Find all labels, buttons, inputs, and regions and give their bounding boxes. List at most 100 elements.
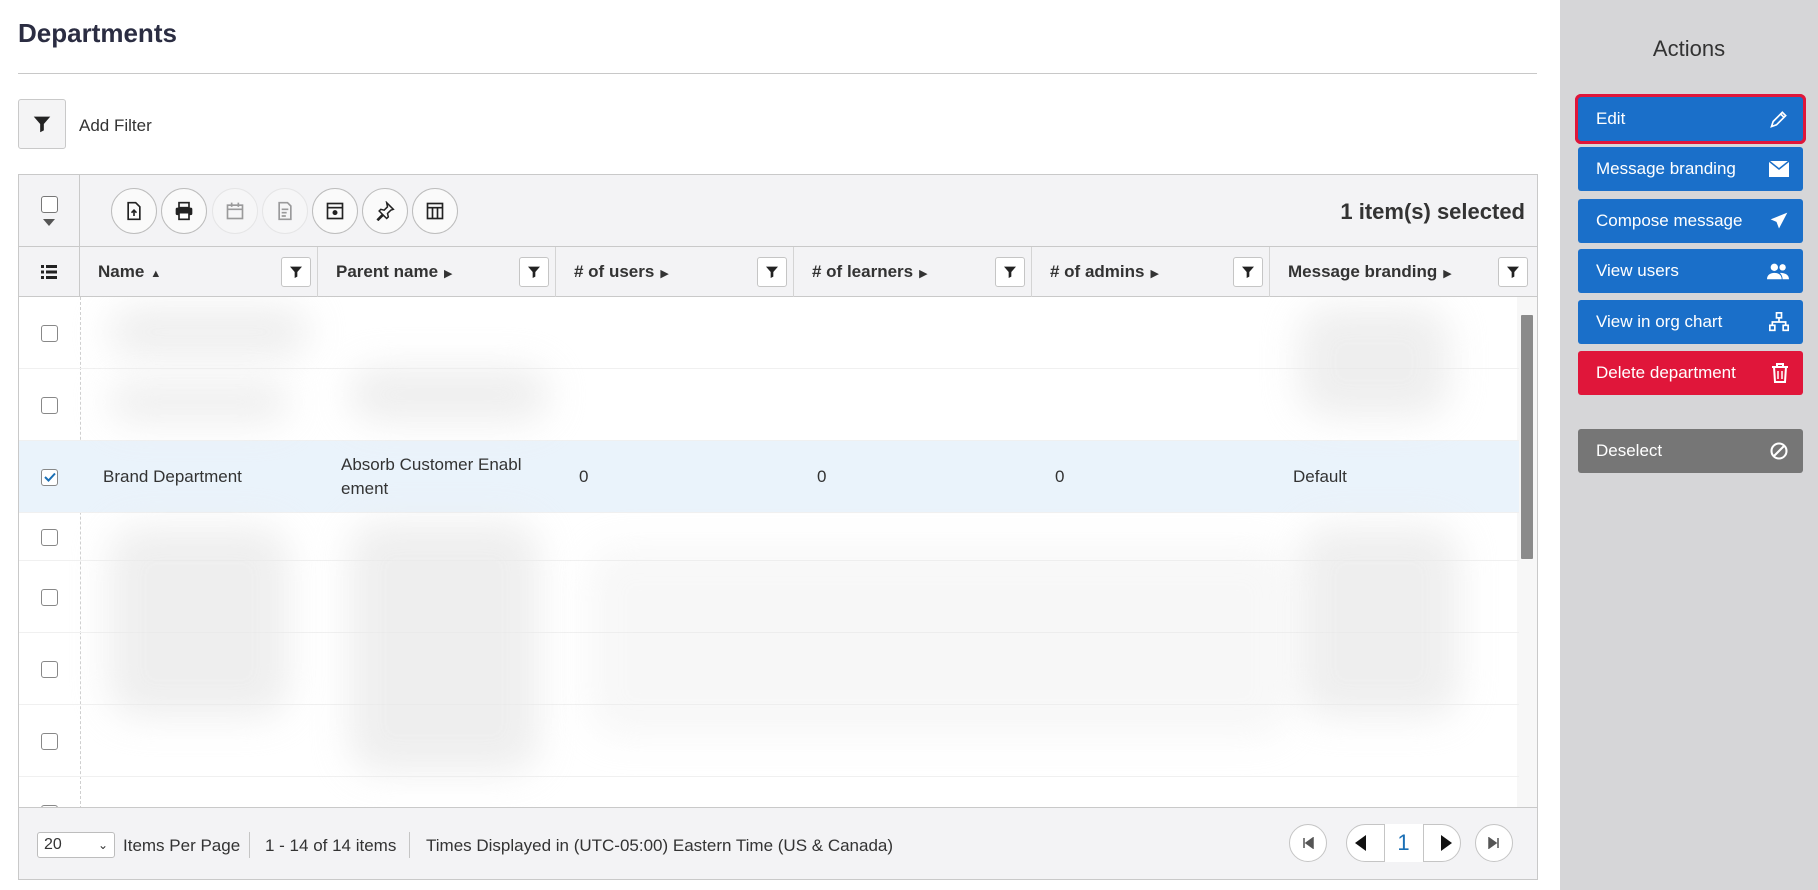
grid-toolbar: 1 item(s) selected bbox=[19, 175, 1537, 247]
delete-department-button[interactable]: Delete department bbox=[1578, 351, 1803, 395]
view-users-button[interactable]: View users bbox=[1578, 249, 1803, 293]
first-page-button[interactable] bbox=[1289, 824, 1327, 862]
column-label: # of admins bbox=[1050, 262, 1145, 281]
column-header-parent-name[interactable]: Parent name ▶ bbox=[318, 247, 556, 297]
departments-grid: 1 item(s) selected Name ▲ Parent name ▶ # … bbox=[18, 174, 1538, 880]
pin-button[interactable] bbox=[362, 188, 408, 234]
actions-title: Actions bbox=[1652, 36, 1726, 61]
org-chart-icon bbox=[1769, 312, 1789, 332]
print-icon bbox=[175, 201, 193, 221]
column-filter-button[interactable] bbox=[281, 257, 311, 287]
row-checkbox-checked[interactable] bbox=[41, 468, 58, 486]
cell-parent-name-line1: Absorb Customer Enabl bbox=[341, 455, 522, 474]
column-header-users[interactable]: # of users ▶ bbox=[556, 247, 794, 297]
last-page-button[interactable] bbox=[1475, 824, 1513, 862]
items-per-page-select[interactable]: 20 ⌄ bbox=[37, 832, 115, 858]
sort-icon: ▶ bbox=[660, 268, 669, 280]
column-header-admins[interactable]: # of admins ▶ bbox=[1032, 247, 1270, 297]
pin-icon bbox=[376, 201, 395, 221]
row-checkbox[interactable] bbox=[41, 528, 58, 546]
columns-button[interactable] bbox=[412, 188, 458, 234]
column-label: # of learners bbox=[812, 262, 914, 281]
add-filter-label[interactable]: Add Filter bbox=[79, 116, 152, 136]
ban-icon bbox=[1770, 442, 1788, 460]
grid-scrollbar-thumb[interactable] bbox=[1521, 315, 1533, 559]
selected-count: 1 item(s) selected bbox=[1340, 199, 1525, 224]
column-label: Message branding bbox=[1288, 262, 1438, 281]
column-chooser[interactable] bbox=[19, 247, 80, 297]
print-button[interactable] bbox=[161, 188, 207, 234]
calendar-icon bbox=[226, 202, 244, 220]
row-checkbox[interactable] bbox=[41, 396, 58, 414]
previous-page-icon bbox=[1355, 835, 1366, 851]
calendar-button[interactable] bbox=[212, 188, 258, 234]
column-filter-button[interactable] bbox=[995, 257, 1025, 287]
column-filter-button[interactable] bbox=[1233, 257, 1263, 287]
actions-sidebar: Actions Edit Message branding Compose me… bbox=[1560, 0, 1818, 890]
select-all-checkbox[interactable] bbox=[40, 195, 58, 213]
sort-icon: ▶ bbox=[444, 268, 453, 280]
edit-button[interactable]: Edit bbox=[1575, 94, 1806, 144]
cell-parent-name-line2: ement bbox=[341, 479, 389, 498]
cell-name: Brand Department bbox=[103, 467, 242, 486]
delete-department-label: Delete department bbox=[1596, 363, 1736, 382]
timezone-info: Times Displayed in (UTC-05:00) Eastern T… bbox=[426, 836, 894, 855]
report-icon bbox=[278, 201, 292, 221]
grid-footer: 20 ⌄ Items Per Page 1 - 14 of 14 items T… bbox=[19, 807, 1537, 879]
grid-body: Brand Department Absorb Customer Enabl e… bbox=[19, 297, 1519, 809]
cell-parent-name: Absorb Customer Enabl ement bbox=[341, 441, 541, 513]
report-button[interactable] bbox=[262, 188, 308, 234]
column-filter-button[interactable] bbox=[757, 257, 787, 287]
table-row[interactable] bbox=[19, 777, 1519, 809]
funnel-icon bbox=[528, 266, 540, 278]
chevron-down-icon: ⌄ bbox=[97, 838, 108, 852]
funnel-icon bbox=[1507, 266, 1519, 278]
column-label: Name bbox=[98, 262, 145, 281]
page-title: Departments bbox=[18, 18, 177, 48]
view-in-org-chart-label: View in org chart bbox=[1596, 312, 1723, 331]
pencil-icon bbox=[1770, 111, 1787, 128]
column-header-name[interactable]: Name ▲ bbox=[80, 247, 318, 297]
deselect-label: Deselect bbox=[1596, 441, 1663, 460]
column-filter-button[interactable] bbox=[1498, 257, 1528, 287]
funnel-icon bbox=[1242, 266, 1254, 278]
funnel-icon bbox=[766, 266, 778, 278]
export-icon bbox=[127, 201, 141, 221]
trash-icon bbox=[1772, 363, 1788, 383]
current-page[interactable]: 1 bbox=[1383, 824, 1424, 862]
last-page-icon bbox=[1488, 837, 1499, 849]
column-label: Parent name bbox=[336, 262, 439, 281]
row-checkbox[interactable] bbox=[41, 588, 58, 606]
message-branding-button[interactable]: Message branding bbox=[1578, 147, 1803, 191]
pagination-group: 1 bbox=[1346, 824, 1461, 862]
sort-ascending-icon: ▲ bbox=[150, 268, 162, 280]
sort-icon: ▶ bbox=[1150, 268, 1159, 280]
row-checkbox[interactable] bbox=[41, 324, 58, 342]
add-filter-button[interactable] bbox=[18, 99, 66, 149]
select-all-control[interactable] bbox=[19, 175, 80, 247]
compose-message-button[interactable]: Compose message bbox=[1578, 199, 1803, 243]
table-row-selected[interactable]: Brand Department Absorb Customer Enabl e… bbox=[19, 441, 1519, 513]
main-content: Departments Add Filter 1 item(s) selecte… bbox=[0, 0, 1560, 890]
obscured-content bbox=[109, 527, 289, 717]
view-in-org-chart-button[interactable]: View in org chart bbox=[1578, 300, 1803, 344]
obscured-content bbox=[1299, 527, 1459, 717]
edit-label: Edit bbox=[1596, 109, 1626, 128]
obscured-content bbox=[349, 367, 549, 422]
funnel-icon bbox=[290, 266, 302, 278]
message-branding-label: Message branding bbox=[1596, 159, 1736, 178]
column-filter-button[interactable] bbox=[519, 257, 549, 287]
row-checkbox[interactable] bbox=[41, 732, 58, 750]
schedule-button[interactable] bbox=[312, 188, 358, 234]
first-page-icon bbox=[1303, 837, 1314, 849]
view-users-label: View users bbox=[1596, 261, 1679, 280]
footer-separator bbox=[409, 832, 410, 858]
column-header-message-branding[interactable]: Message branding ▶ bbox=[1270, 247, 1538, 297]
deselect-button[interactable]: Deselect bbox=[1578, 429, 1803, 473]
items-per-page-label: Items Per Page bbox=[123, 836, 241, 855]
column-header-learners[interactable]: # of learners ▶ bbox=[794, 247, 1032, 297]
export-button[interactable] bbox=[111, 188, 157, 234]
columns-icon bbox=[426, 202, 444, 220]
row-checkbox[interactable] bbox=[41, 660, 58, 678]
cell-admins: 0 bbox=[1055, 467, 1065, 486]
